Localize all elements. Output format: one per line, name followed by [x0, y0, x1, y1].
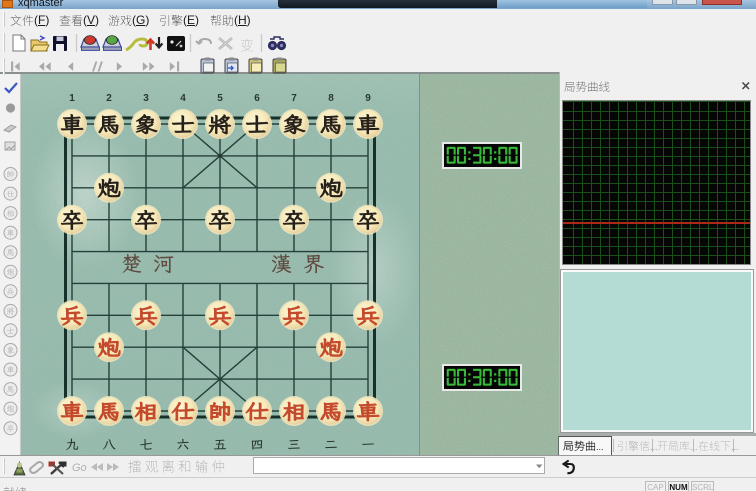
- svg-text:...: ...: [731, 442, 739, 452]
- svg-text:...: ...: [596, 442, 604, 452]
- svg-text:Go: Go: [72, 462, 87, 474]
- svg-text:7: 7: [291, 93, 297, 104]
- svg-text:2: 2: [106, 93, 112, 104]
- svg-text:4: 4: [180, 93, 186, 104]
- svg-text:6: 6: [254, 93, 260, 104]
- svg-text:8: 8: [328, 93, 334, 104]
- svg-text:...: ...: [690, 442, 698, 452]
- svg-text:3: 3: [143, 93, 149, 104]
- svg-text:...: ...: [650, 442, 658, 452]
- svg-text:1: 1: [69, 93, 75, 104]
- svg-text:5: 5: [217, 93, 223, 104]
- svg-text:9: 9: [365, 93, 371, 104]
